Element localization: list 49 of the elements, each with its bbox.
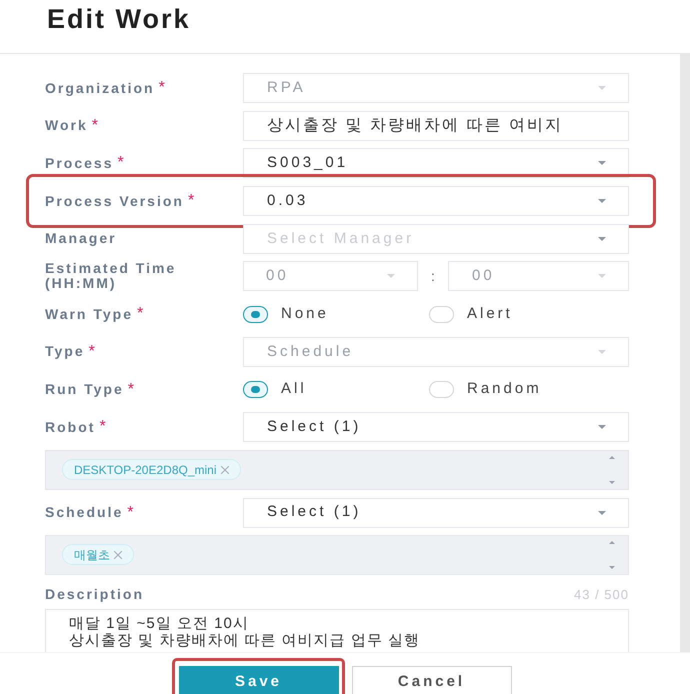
select-field[interactable]: Select (1) — [243, 498, 629, 528]
required-mark: * — [127, 502, 134, 523]
dialog-title: Edit Work — [47, 3, 191, 36]
caret-icon — [598, 236, 606, 241]
field-label: Work — [45, 118, 88, 134]
scroll-arrows-icon[interactable] — [608, 540, 616, 570]
time-separator: : — [430, 266, 436, 286]
required-mark: * — [137, 304, 144, 324]
close-icon[interactable] — [220, 466, 228, 474]
required-mark: * — [92, 116, 98, 136]
field-label: Description — [45, 585, 144, 604]
radio-option[interactable]: None — [243, 302, 429, 326]
field-label: Process — [45, 156, 114, 171]
radio-option[interactable]: Random — [429, 378, 542, 401]
required-mark: * — [117, 153, 124, 174]
field-label: Manager — [45, 231, 118, 246]
caret-icon — [598, 350, 606, 354]
field-label: Warn Type — [45, 306, 134, 322]
field-label: Run Type — [45, 382, 124, 397]
caret-icon — [598, 510, 606, 515]
radio-icon[interactable] — [243, 381, 268, 398]
select-field[interactable]: Select (1) — [243, 412, 629, 442]
caret-icon — [598, 199, 606, 204]
field-label: Robot — [45, 420, 96, 435]
caret-icon — [598, 274, 606, 278]
scroll-arrows-icon[interactable] — [608, 454, 616, 485]
field-label: Type — [45, 344, 85, 360]
caret-icon — [387, 274, 395, 278]
required-mark: * — [88, 342, 95, 362]
caret-icon — [598, 161, 606, 166]
caret-icon — [598, 425, 606, 430]
select-field[interactable]: 0.03 — [243, 186, 629, 216]
field-label: Estimated Time (HH:MM) — [45, 261, 178, 292]
caret-icon — [598, 86, 606, 90]
required-mark: * — [188, 191, 194, 212]
close-icon[interactable] — [114, 550, 122, 559]
scrollbar[interactable] — [680, 54, 690, 652]
required-mark: * — [128, 380, 134, 400]
required-mark: * — [158, 78, 165, 98]
radio-icon[interactable] — [243, 306, 268, 323]
radio-option[interactable]: Alert — [429, 302, 513, 326]
field-label: Organization — [45, 80, 155, 96]
select-field[interactable]: S003_01 — [243, 148, 629, 178]
text-field[interactable]: 상시출장 및 차량배차에 따른 여비지 — [243, 110, 629, 141]
field-label: Process Version — [45, 194, 184, 209]
field-label: Schedule — [45, 505, 124, 520]
required-mark: * — [99, 417, 106, 438]
radio-option[interactable]: All — [243, 378, 429, 401]
cancel-button[interactable]: Cancel — [352, 666, 512, 694]
